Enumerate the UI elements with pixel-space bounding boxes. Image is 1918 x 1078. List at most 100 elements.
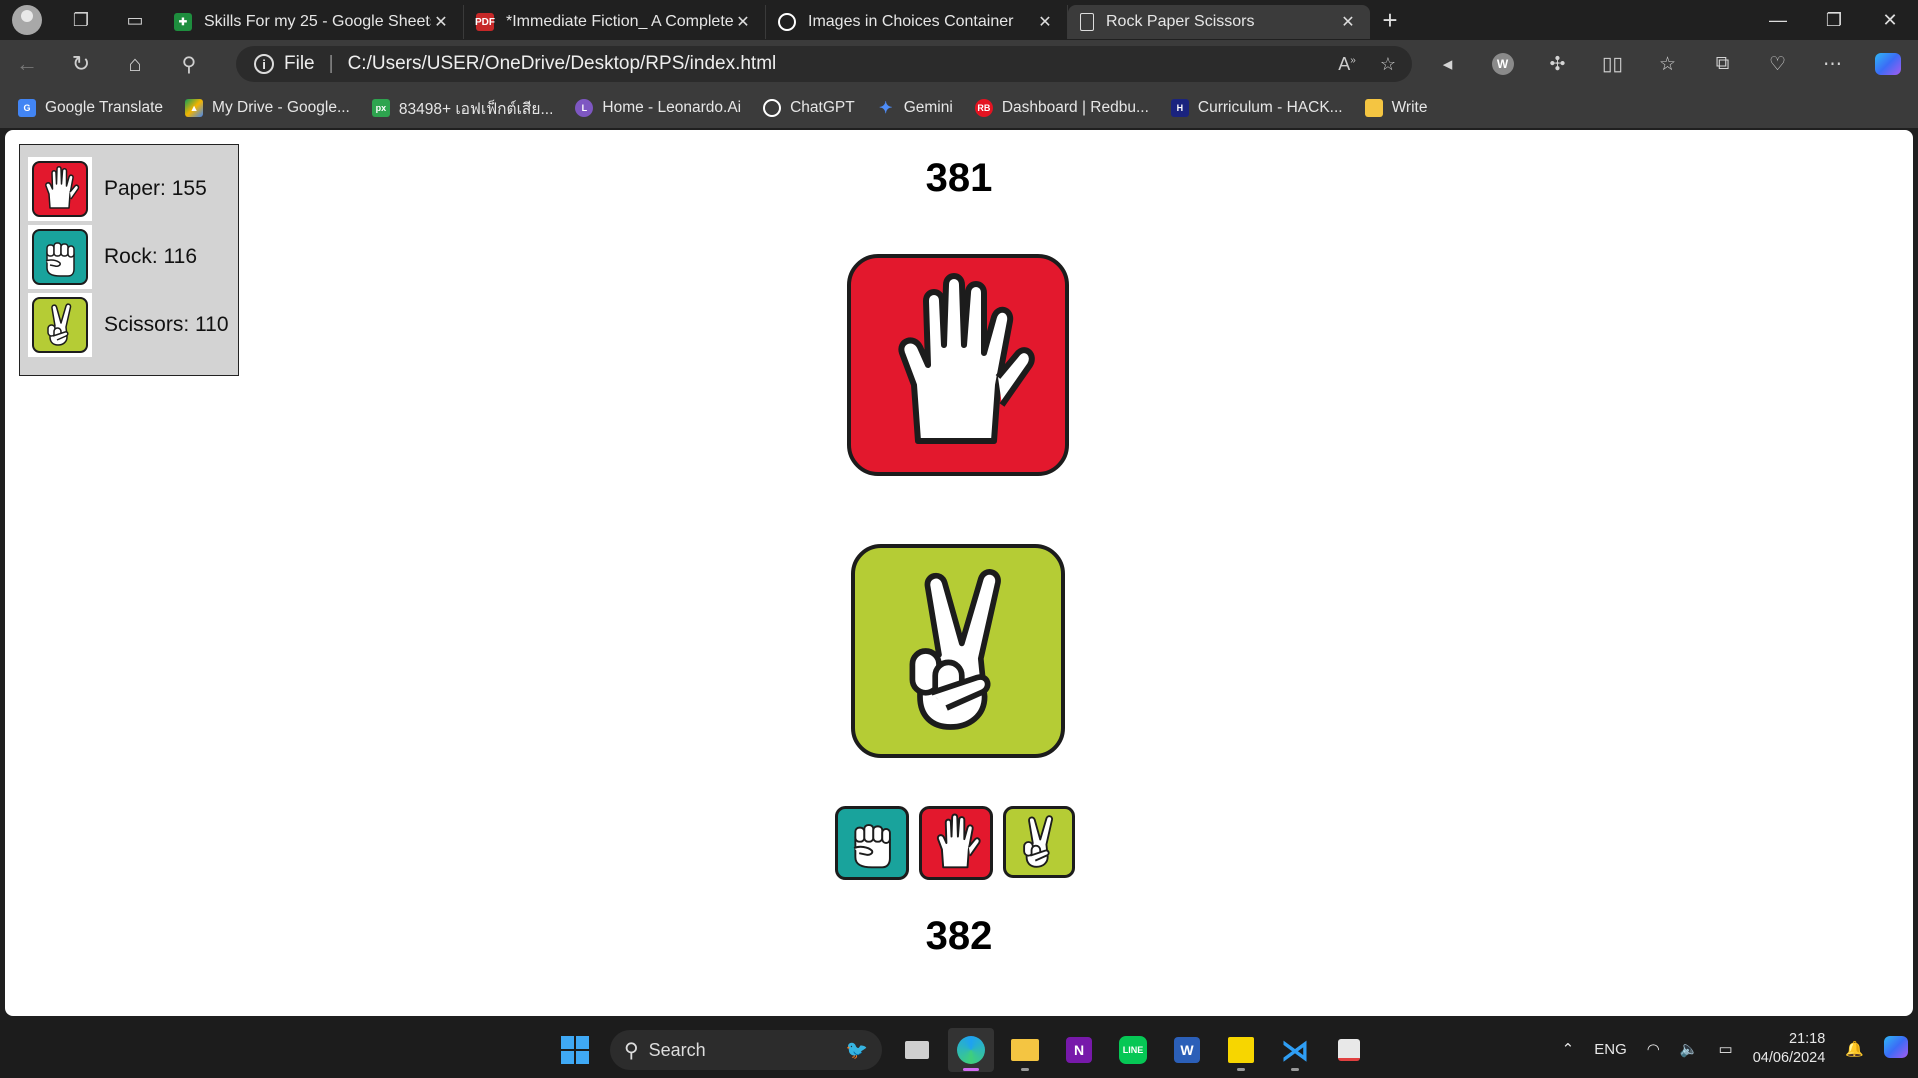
- bookmark-label: 83498+ เอฟเฟ็กต์เสีย...: [398, 100, 554, 118]
- speaker-icon[interactable]: ◂: [1420, 53, 1475, 76]
- browser-tab-strip: ❐ ▭ ✚ Skills For my 25 - Google Sheets ✕…: [0, 0, 1918, 40]
- browser-essentials-icon[interactable]: ♡: [1750, 53, 1805, 76]
- home-icon[interactable]: ⌂: [108, 40, 162, 88]
- pixabay-icon: px: [371, 99, 390, 117]
- more-menu-icon[interactable]: ⋯: [1805, 53, 1860, 76]
- address-bar[interactable]: i File | C:/Users/USER/OneDrive/Desktop/…: [236, 46, 1412, 82]
- bookmark-pixabay[interactable]: px 83498+ เอฟเฟ็กต์เสีย...: [371, 96, 554, 121]
- battery-icon[interactable]: ▭: [1719, 1040, 1733, 1058]
- sticky-notes-icon[interactable]: [1218, 1028, 1264, 1072]
- tally-thumb: [28, 157, 92, 221]
- copilot-icon[interactable]: [1860, 53, 1915, 75]
- top-score: 381: [925, 156, 993, 200]
- minimize-icon[interactable]: —: [1750, 0, 1806, 40]
- bookmark-gemini[interactable]: ✦ Gemini: [877, 99, 953, 117]
- tally-thumb: [28, 293, 92, 357]
- read-aloud-icon[interactable]: A»: [1338, 54, 1356, 75]
- computer-choice-paper-icon: [847, 254, 1069, 476]
- close-tab-icon[interactable]: ✕: [431, 12, 451, 32]
- bookmark-curriculum[interactable]: H Curriculum - HACK...: [1170, 99, 1343, 117]
- bookmark-write-folder[interactable]: Write: [1364, 99, 1428, 117]
- paper-hand-icon: [32, 161, 88, 217]
- copilot-taskbar-icon[interactable]: [1884, 1036, 1908, 1062]
- windows-start-icon[interactable]: [552, 1028, 598, 1072]
- new-tab-button[interactable]: +: [1370, 5, 1410, 36]
- word-icon[interactable]: W: [1164, 1028, 1210, 1072]
- url-text[interactable]: C:/Users/USER/OneDrive/Desktop/RPS/index…: [348, 53, 777, 75]
- tally-label: Rock: 116: [104, 245, 197, 268]
- tab-actions-icon[interactable]: ▭: [108, 0, 162, 40]
- file-explorer-icon[interactable]: [1002, 1028, 1048, 1072]
- choose-scissors-button[interactable]: [1003, 806, 1075, 878]
- favorites-icon[interactable]: ☆: [1640, 53, 1695, 76]
- taskbar-apps: ⚲ Search 🐦 N LINE W ⋊: [552, 1028, 1372, 1072]
- sheets-icon: ✚: [174, 13, 192, 31]
- search-icon[interactable]: ⚲: [162, 40, 216, 88]
- page-viewport: Paper: 155 Rock: 116 Scissors: 110 381 3…: [5, 130, 1913, 1016]
- split-screen-icon[interactable]: ▯▯: [1585, 53, 1640, 76]
- toolbar-buttons: ◂ W ✣ ▯▯ ☆ ⧉ ♡ ⋯: [1420, 40, 1915, 88]
- workspaces-icon[interactable]: ❐: [54, 0, 108, 40]
- bookmark-leonardo[interactable]: L Home - Leonardo.Ai: [575, 99, 741, 117]
- bookmark-label: Home - Leonardo.Ai: [602, 99, 742, 116]
- search-highlight-bird-icon: 🐦: [845, 1039, 868, 1060]
- bookmark-label: Write: [1391, 99, 1428, 116]
- bookmark-chatgpt[interactable]: ChatGPT: [763, 99, 855, 117]
- tab-rock-paper-scissors[interactable]: Rock Paper Scissors ✕: [1068, 5, 1370, 39]
- clock[interactable]: 21:18 04/06/2024: [1753, 1030, 1826, 1068]
- onenote-icon[interactable]: N: [1056, 1028, 1102, 1072]
- back-arrow-icon[interactable]: ←: [0, 40, 54, 88]
- close-tab-icon[interactable]: ✕: [1338, 12, 1358, 32]
- search-icon: ⚲: [624, 1039, 639, 1062]
- wifi-icon[interactable]: ◠: [1647, 1040, 1660, 1058]
- profile-avatar-icon[interactable]: [12, 5, 42, 35]
- edge-browser-icon[interactable]: [948, 1028, 994, 1072]
- show-hidden-icons-chevron-icon[interactable]: ⌃: [1562, 1040, 1575, 1058]
- bookmark-redbubble[interactable]: RB Dashboard | Redbu...: [974, 99, 1149, 117]
- scissors-hand-icon: [32, 297, 88, 353]
- tab-title: Skills For my 25 - Google Sheets: [204, 13, 431, 30]
- bookmark-label: Gemini: [903, 99, 953, 116]
- tally-panel: Paper: 155 Rock: 116 Scissors: 110: [19, 144, 239, 376]
- redbubble-icon: RB: [974, 99, 993, 117]
- windows-taskbar: ⚲ Search 🐦 N LINE W ⋊ ⌃ ENG ◠ 🔈 ▭ 21:18 …: [0, 1020, 1918, 1078]
- taskbar-search-input[interactable]: ⚲ Search 🐦: [610, 1030, 882, 1070]
- close-tab-icon[interactable]: ✕: [733, 12, 753, 32]
- collections-icon[interactable]: ⧉: [1695, 53, 1750, 75]
- notification-bell-icon[interactable]: 🔔: [1845, 1040, 1864, 1058]
- close-tab-icon[interactable]: ✕: [1035, 12, 1055, 32]
- hack-icon: H: [1170, 99, 1189, 117]
- choose-rock-button[interactable]: [835, 806, 909, 880]
- volume-icon[interactable]: 🔈: [1680, 1040, 1699, 1058]
- refresh-icon[interactable]: ↻: [54, 40, 108, 88]
- close-window-icon[interactable]: ✕: [1862, 0, 1918, 40]
- restore-icon[interactable]: ❐: [1806, 0, 1862, 40]
- window-controls: — ❐ ✕: [1750, 0, 1918, 40]
- player-choice-scissors-icon: [851, 544, 1065, 758]
- task-view-icon[interactable]: [894, 1028, 940, 1072]
- line-app-icon[interactable]: LINE: [1110, 1028, 1156, 1072]
- bookmark-label: Curriculum - HACK...: [1197, 99, 1343, 116]
- leonardo-icon: L: [575, 99, 594, 117]
- extension-w-icon[interactable]: W: [1475, 53, 1530, 75]
- vscode-icon[interactable]: ⋊: [1272, 1028, 1318, 1072]
- tab-google-sheets[interactable]: ✚ Skills For my 25 - Google Sheets ✕: [162, 5, 464, 39]
- tab-pdf[interactable]: PDF *Immediate Fiction_ A Complete ✕: [464, 5, 766, 39]
- extensions-puzzle-icon[interactable]: ✣: [1530, 53, 1585, 76]
- bookmark-my-drive[interactable]: ▲ My Drive - Google...: [185, 99, 350, 117]
- choose-paper-button[interactable]: [919, 806, 993, 880]
- language-indicator[interactable]: ENG: [1594, 1041, 1627, 1058]
- bookmark-google-translate[interactable]: G Google Translate: [18, 99, 163, 117]
- system-tray: ⌃ ENG ◠ 🔈 ▭ 21:18 04/06/2024 🔔: [1552, 1020, 1918, 1078]
- site-info-icon[interactable]: i: [254, 54, 274, 74]
- favorite-star-icon[interactable]: ☆: [1380, 54, 1396, 75]
- tab-title: *Immediate Fiction_ A Complete: [506, 13, 733, 30]
- tab-chatgpt[interactable]: Images in Choices Container ✕: [766, 5, 1068, 39]
- tally-row-rock: Rock: 116: [28, 223, 230, 291]
- tally-row-paper: Paper: 155: [28, 155, 230, 223]
- snipping-tool-icon[interactable]: [1326, 1028, 1372, 1072]
- clock-time: 21:18: [1789, 1031, 1826, 1047]
- bookmark-label: My Drive - Google...: [212, 99, 350, 116]
- chatgpt-icon: [778, 13, 796, 31]
- tally-label: Paper: 155: [104, 177, 207, 200]
